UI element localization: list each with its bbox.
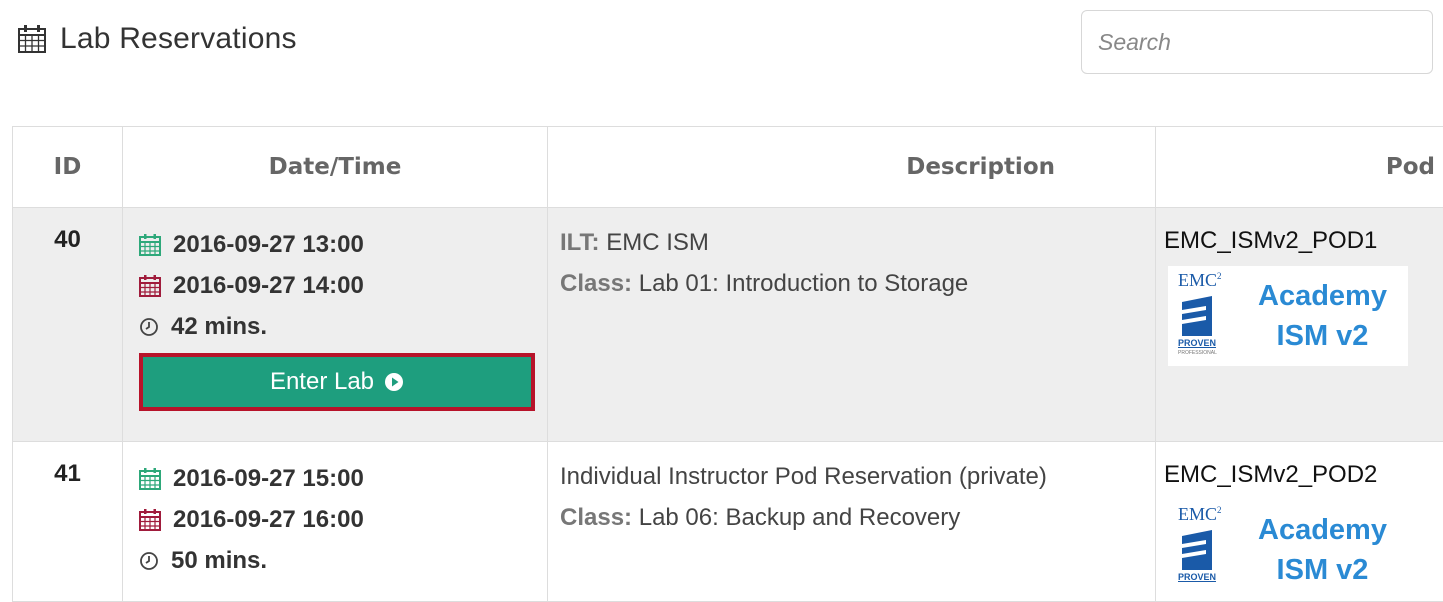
end-time: 2016-09-27 14:00	[139, 265, 547, 306]
end-time-text: 2016-09-27 14:00	[173, 272, 364, 300]
clock-icon	[139, 317, 159, 337]
column-header-id[interactable]: ID	[13, 127, 123, 208]
ilt-value: EMC ISM	[600, 229, 709, 256]
calendar-icon	[18, 25, 46, 53]
pod-image-line1: Academy	[1258, 510, 1387, 550]
class-label: Class:	[560, 270, 632, 297]
play-circle-icon	[384, 372, 404, 392]
reservation-description: ILT: EMC ISM Class: Lab 01: Introduction…	[548, 208, 1156, 442]
pod-name: EMC_ISMv2_POD2	[1164, 458, 1443, 492]
emc-proven-text: PROVEN	[1178, 338, 1216, 348]
pod-image: EMC2 PROVEN Academy ISM v2	[1168, 500, 1408, 600]
description-line: ILT: EMC ISM	[560, 226, 1155, 267]
pod-name: EMC_ISMv2_POD1	[1164, 224, 1443, 258]
class-label: Class:	[560, 504, 632, 531]
column-header-pod[interactable]: Pod	[1156, 127, 1443, 208]
emc-logo-text: EMC2	[1178, 504, 1222, 525]
page-header: Lab Reservations	[0, 0, 1443, 110]
end-time-text: 2016-09-27 16:00	[173, 506, 364, 534]
reservation-pod: EMC_ISMv2_POD2 EMC2 PROVEN Academy ISM	[1156, 442, 1443, 602]
pod-image-caption: Academy ISM v2	[1258, 276, 1387, 356]
emc-proven-text: PROVEN	[1178, 572, 1216, 582]
start-time: 2016-09-27 15:00	[139, 458, 547, 499]
table-row: 40 2016-09-27 13:00	[13, 208, 1443, 442]
column-header-description[interactable]: Description	[548, 127, 1156, 208]
emc-proven-logo: EMC2 PROVEN	[1174, 502, 1240, 598]
reservations-table: ID Date/Time Description Pod 40 2016-09-…	[12, 126, 1443, 602]
class-line: Class: Lab 01: Introduction to Storage	[560, 267, 1155, 308]
emc-professional-text: PROFESSIONAL	[1178, 350, 1217, 356]
reservation-datetime: 2016-09-27 13:00 2016-09-27 14:00	[123, 208, 548, 442]
class-value: Lab 06: Backup and Recovery	[632, 504, 960, 531]
emc-logo-text: EMC2	[1178, 270, 1222, 291]
emc-logo-shape-icon	[1182, 296, 1232, 336]
table-header-row: ID Date/Time Description Pod	[13, 127, 1443, 208]
pod-image: EMC2 PROVEN PROFESSIONAL Academy ISM v2	[1168, 266, 1408, 366]
description-line: Individual Instructor Pod Reservation (p…	[560, 460, 1155, 501]
reservation-datetime: 2016-09-27 15:00 2016-09-27 16:00	[123, 442, 548, 602]
start-time-text: 2016-09-27 15:00	[173, 465, 364, 493]
emc-proven-logo: EMC2 PROVEN PROFESSIONAL	[1174, 268, 1240, 364]
reservation-id: 40	[13, 208, 123, 442]
class-line: Class: Lab 06: Backup and Recovery	[560, 501, 1155, 542]
pod-image-line2: ISM v2	[1258, 550, 1387, 590]
page-title-text: Lab Reservations	[60, 22, 297, 56]
table-row: 41 2016-09-27 15:00	[13, 442, 1443, 602]
ilt-label: ILT:	[560, 229, 600, 256]
enter-lab-label: Enter Lab	[270, 368, 374, 396]
search-input[interactable]	[1081, 10, 1433, 74]
column-header-datetime[interactable]: Date/Time	[123, 127, 548, 208]
reservation-pod: EMC_ISMv2_POD1 EMC2 PROVEN PROFESSIONAL	[1156, 208, 1443, 442]
duration-text: 42 mins.	[171, 313, 267, 341]
calendar-end-icon	[139, 509, 161, 531]
page-title: Lab Reservations	[18, 22, 297, 56]
class-value: Lab 01: Introduction to Storage	[632, 270, 968, 297]
enter-lab-button[interactable]: Enter Lab	[139, 353, 535, 411]
start-time: 2016-09-27 13:00	[139, 224, 547, 265]
calendar-start-icon	[139, 234, 161, 256]
pod-image-line1: Academy	[1258, 276, 1387, 316]
calendar-start-icon	[139, 468, 161, 490]
start-time-text: 2016-09-27 13:00	[173, 231, 364, 259]
reservation-description: Individual Instructor Pod Reservation (p…	[548, 442, 1156, 602]
pod-image-line2: ISM v2	[1258, 316, 1387, 356]
end-time: 2016-09-27 16:00	[139, 499, 547, 540]
duration: 42 mins.	[139, 306, 547, 347]
emc-logo-shape-icon	[1182, 530, 1232, 570]
reservation-id: 41	[13, 442, 123, 602]
calendar-end-icon	[139, 275, 161, 297]
pod-image-caption: Academy ISM v2	[1258, 510, 1387, 590]
